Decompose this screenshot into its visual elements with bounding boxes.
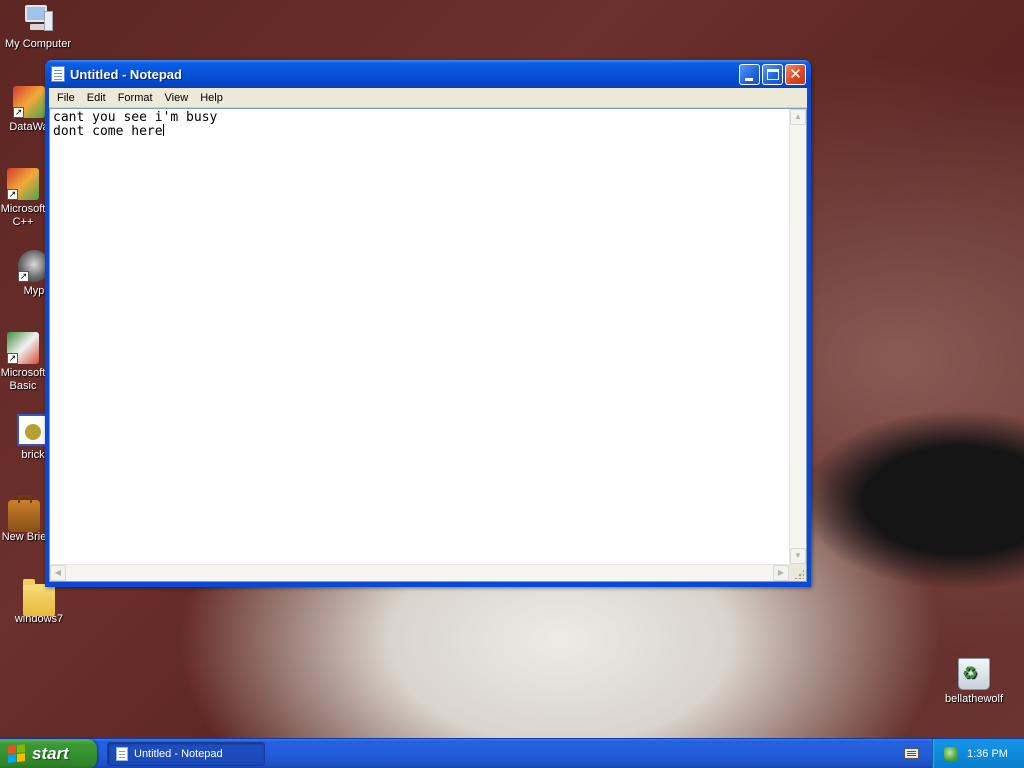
desktop-icon-my-computer[interactable]: My Computer [0,3,77,51]
text-line: cant you see i'm busy [53,110,218,125]
recycle-bin-icon [958,658,990,690]
keyboard-icon[interactable] [904,748,919,759]
desktop-icon-label: My Computer [4,38,72,50]
menu-edit[interactable]: Edit [81,89,112,107]
text-line: dont come here [53,124,163,139]
briefcase-icon [8,495,40,532]
resize-grip-icon[interactable] [789,564,806,581]
taskbar-item-label: Untitled - Notepad [134,748,223,760]
taskbar: start Untitled - Notepad 1:36 PM [0,738,1024,768]
scroll-down-button[interactable]: ▼ [790,548,806,564]
title-bar[interactable]: Untitled - Notepad ✕ [45,60,811,88]
menu-help[interactable]: Help [194,89,229,107]
text-caret [162,124,164,136]
system-tray: 1:36 PM [932,739,1024,768]
menu-view[interactable]: View [159,89,195,107]
start-label: start [32,744,69,763]
my-computer-icon [22,3,54,35]
window-title: Untitled - Notepad [70,66,182,82]
minimize-button[interactable] [739,64,760,85]
desktop-icon-label: bellathewolf [944,693,1004,705]
text-line-with-caret: dont come here [53,124,786,138]
text-editor[interactable]: cant you see i'm busy dont come here [50,109,789,564]
window-controls: ✕ [739,64,806,85]
menu-bar: File Edit Format View Help [49,88,807,108]
menu-format[interactable]: Format [112,89,159,107]
notepad-icon[interactable] [51,66,65,82]
desktop-icon-recycle-bin[interactable]: bellathewolf [935,658,1013,706]
start-button[interactable]: start [0,739,97,768]
editor-area[interactable]: cant you see i'm busy dont come here ▲ ▼ … [49,108,807,582]
scroll-right-button[interactable]: ▶ [773,565,789,581]
visual-basic-shortcut-icon: ↗ [7,332,39,364]
scroll-up-button[interactable]: ▲ [790,109,806,125]
maximize-button[interactable] [762,64,783,85]
scroll-left-button[interactable]: ◀ [50,565,66,581]
horizontal-scrollbar[interactable]: ◀ ▶ [50,564,789,581]
vertical-scrollbar[interactable]: ▲ ▼ [789,109,806,564]
network-tray-icon[interactable] [944,747,958,761]
menu-file[interactable]: File [51,89,81,107]
maximize-icon [767,69,779,80]
close-icon: ✕ [789,66,802,83]
datawa-shortcut-icon: ↗ [13,86,45,118]
minimize-icon [745,78,753,81]
notepad-window[interactable]: Untitled - Notepad ✕ File Edit Format Vi… [45,60,811,587]
visual-cpp-shortcut-icon: ↗ [7,168,39,200]
windows-logo-icon [8,744,26,764]
taskbar-item-notepad[interactable]: Untitled - Notepad [107,742,265,766]
folder-icon [23,579,55,616]
clock[interactable]: 1:36 PM [967,739,1008,768]
notepad-icon [116,747,128,761]
close-button[interactable]: ✕ [785,64,806,85]
